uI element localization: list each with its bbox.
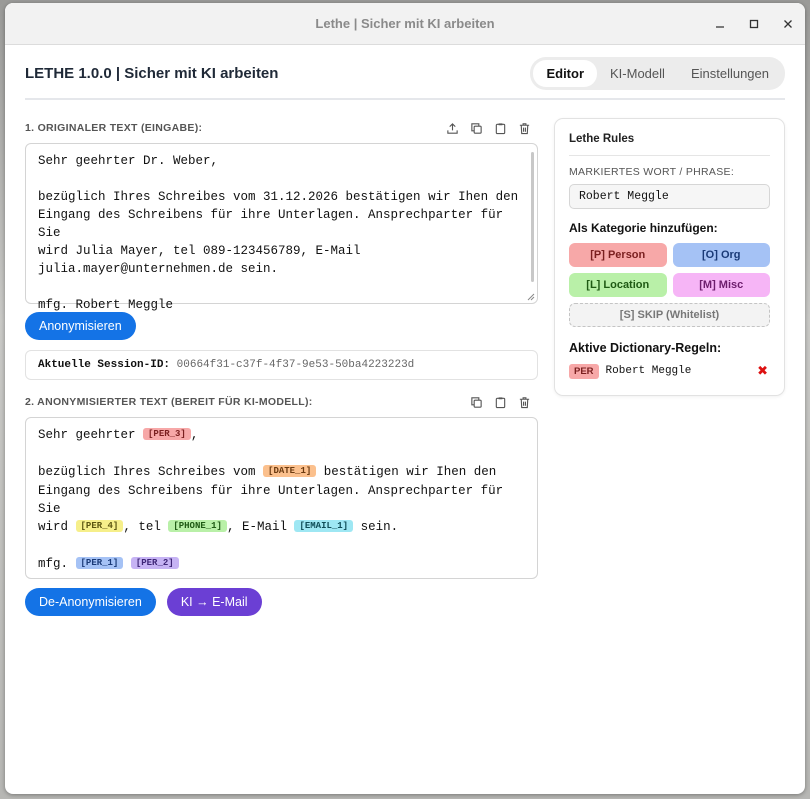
output-text: bezüglich Ihres Schreibes vom (38, 465, 264, 479)
paste-icon[interactable] (492, 120, 508, 136)
token-email[interactable]: [EMAIL_1] (294, 520, 354, 532)
output-text: , tel (123, 520, 169, 534)
output-actions: De-Anonymisieren KI → E-Mail (25, 588, 538, 616)
category-location-button[interactable]: [L] Location (569, 273, 667, 297)
main-tabs: Editor KI-Modell Einstellungen (530, 56, 785, 90)
output-text: Sehr geehrter (38, 428, 144, 442)
window-controls (703, 3, 805, 45)
marked-phrase-field[interactable]: Robert Meggle (569, 184, 770, 209)
close-icon[interactable] (771, 3, 805, 45)
token-per[interactable]: [PER_3] (143, 428, 191, 440)
output-text: wird (38, 520, 76, 534)
deanonymize-button[interactable]: De-Anonymisieren (25, 588, 156, 616)
upload-icon[interactable] (444, 120, 460, 136)
input-line: Sehr geehrter Dr. Weber, (38, 154, 219, 168)
tab-editor[interactable]: Editor (533, 59, 598, 87)
category-skip-button[interactable]: [S] SKIP (Whitelist) (569, 303, 770, 327)
category-misc-button[interactable]: [M] Misc (672, 273, 770, 297)
window-title: Lethe | Sicher mit KI arbeiten (315, 16, 495, 31)
original-text-input[interactable]: Sehr geehrter Dr. Weber, bezüglich Ihres… (25, 143, 538, 312)
tab-ki-modell[interactable]: KI-Modell (597, 60, 678, 87)
rule-text: Robert Meggle (605, 365, 692, 377)
paste-icon[interactable] (492, 394, 508, 410)
session-id: 00664f31-c37f-4f37-9e53-50ba4223223d (176, 359, 415, 371)
input-header: 1. ORIGINALER TEXT (EINGABE): (25, 118, 538, 138)
remove-rule-icon[interactable]: ✖ (757, 363, 768, 379)
anonymize-row: Anonymisieren (25, 312, 538, 340)
maximize-icon[interactable] (737, 3, 771, 45)
output-text: , (190, 428, 199, 442)
session-label: Aktuelle Session-ID: (38, 359, 171, 371)
category-buttons: [P] Person [O] Org [L] Location [M] Misc… (569, 243, 770, 327)
output-line: Eingang des Schreibens für ihre Unterlag… (38, 484, 511, 516)
input-label: 1. ORIGINALER TEXT (EINGABE): (25, 122, 203, 134)
app-title: LETHE 1.0.0 | Sicher mit KI arbeiten (25, 64, 279, 82)
trash-icon[interactable] (516, 120, 532, 136)
output-text: mfg. (38, 557, 76, 571)
output-line: mfg. [PER_1] [PER_2] (38, 555, 525, 574)
trash-icon[interactable] (516, 394, 532, 410)
input-line: julia.mayer@unternehmen.de sein. (38, 262, 279, 276)
dictionary-heading: Aktive Dictionary-Regeln: (569, 341, 722, 355)
input-line: Eingang des Schreibens für ihre Unterlag… (38, 208, 511, 240)
token-phone[interactable]: [PHONE_1] (168, 520, 227, 532)
output-text: sein. (353, 520, 399, 534)
output-text: , E-Mail (226, 520, 295, 534)
title-bar: Lethe | Sicher mit KI arbeiten (5, 3, 805, 45)
input-line (38, 278, 525, 296)
category-org-button[interactable]: [O] Org (672, 243, 770, 267)
input-toolbar (444, 120, 532, 136)
session-info: Aktuelle Session-ID: 00664f31-c37f-4f37-… (25, 350, 538, 380)
anonymized-text-output[interactable]: Sehr geehrter [PER_3], bezüglich Ihres S… (25, 417, 538, 579)
rules-title: Lethe Rules (569, 133, 770, 156)
rule-category-badge: PER (569, 363, 599, 379)
output-text: bestätigen wir Ihen den (316, 465, 497, 479)
output-toolbar (468, 394, 532, 410)
input-line: wird Julia Mayer, tel 089-123456789, E-M… (38, 244, 361, 258)
output-label: 2. ANONYMISIERTER TEXT (BEREIT FÜR KI-MO… (25, 396, 313, 408)
tab-einstellungen[interactable]: Einstellungen (678, 60, 782, 87)
input-line: mfg. Robert Meggle (38, 298, 174, 312)
output-line: wird [PER_4], tel [PHONE_1], E-Mail [EMA… (38, 518, 525, 537)
token-per[interactable]: [PER_2] (130, 557, 179, 569)
input-line: bezüglich Ihres Schreibes vom 31.12.2026… (38, 190, 519, 204)
token-per[interactable]: [PER_4] (75, 520, 124, 532)
rules-panel: Lethe Rules MARKIERTES WORT / PHRASE: Ro… (554, 118, 785, 396)
dictionary-rule: PER Robert Meggle ✖ (569, 363, 770, 379)
ai-email-button[interactable]: KI → E-Mail (166, 588, 262, 616)
copy-icon[interactable] (468, 120, 484, 136)
token-date[interactable]: [DATE_1] (263, 465, 317, 477)
resize-grip-icon[interactable] (527, 293, 535, 301)
minimize-icon[interactable] (703, 3, 737, 45)
input-scrollbar[interactable] (531, 152, 534, 282)
category-heading: Als Kategorie hinzufügen: (569, 221, 718, 235)
copy-icon[interactable] (468, 394, 484, 410)
editor-panel: 1. ORIGINALER TEXT (EINGABE): Sehr geehr… (25, 118, 538, 616)
output-line: Sehr geehrter [PER_3], (38, 426, 525, 445)
output-line: bezüglich Ihres Schreibes vom [DATE_1] b… (38, 463, 525, 482)
output-header: 2. ANONYMISIERTER TEXT (BEREIT FÜR KI-MO… (25, 392, 538, 412)
token-per[interactable]: [PER_1] (75, 557, 124, 569)
app-header: LETHE 1.0.0 | Sicher mit KI arbeiten Edi… (25, 56, 785, 100)
input-line (38, 170, 525, 188)
app-window: Lethe | Sicher mit KI arbeiten LETHE 1.0… (5, 3, 805, 794)
category-person-button[interactable]: [P] Person (569, 243, 667, 267)
marked-label: MARKIERTES WORT / PHRASE: (569, 166, 735, 178)
anonymize-button[interactable]: Anonymisieren (25, 312, 136, 340)
